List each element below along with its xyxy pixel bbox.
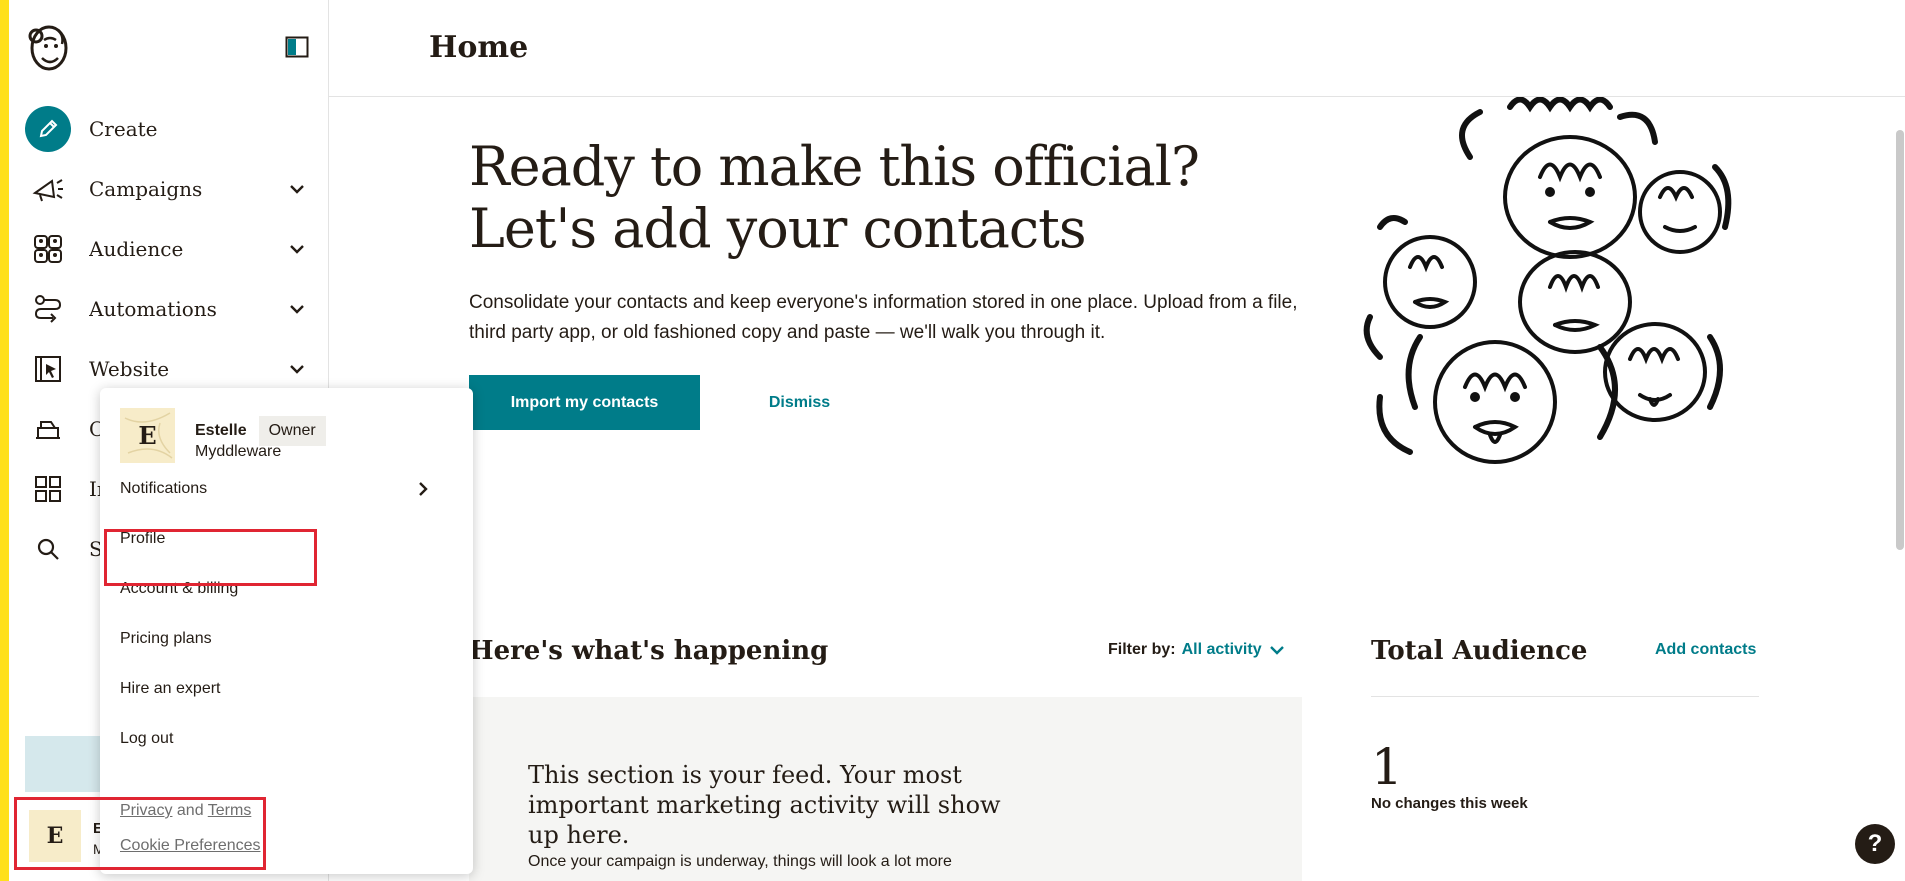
sidebar-item-label: Create [89, 117, 158, 141]
help-button[interactable]: ? [1855, 824, 1895, 864]
menu-item-hire-expert[interactable]: Hire an expert [120, 669, 453, 709]
top-bar: Home [329, 0, 1905, 97]
add-contacts-link[interactable]: Add contacts [1655, 641, 1756, 659]
sidebar-item-label: Automations [89, 297, 217, 321]
menu-item-label: Profile [120, 530, 166, 547]
chevron-down-icon[interactable] [287, 179, 307, 199]
audience-icon [25, 226, 71, 272]
legal-links: Privacy and Terms [120, 802, 251, 820]
chevron-down-icon[interactable] [287, 359, 307, 379]
pencil-icon [25, 106, 71, 152]
divider [1371, 696, 1759, 697]
feed-heading: Here's what's happening [469, 636, 829, 666]
terms-link[interactable]: Terms [208, 802, 252, 819]
import-contacts-button[interactable]: Import my contacts [469, 375, 700, 430]
account-menu: E Estelle Owner Myddleware Notifications… [100, 388, 473, 874]
chevron-down-icon[interactable] [287, 239, 307, 259]
account-name: Estelle [195, 422, 247, 439]
menu-item-profile[interactable]: Profile [120, 519, 453, 559]
sidebar-item-label: Campaigns [89, 177, 203, 201]
avatar-initial: E [138, 421, 157, 450]
hero-title: Ready to make this official? Let's add y… [469, 136, 1269, 260]
automations-icon [25, 286, 71, 332]
cookie-preferences-link[interactable]: Cookie Preferences [120, 837, 261, 855]
sidebar-item-automations[interactable]: Automations [25, 286, 321, 332]
account-org: Myddleware [195, 443, 282, 460]
chevron-down-icon[interactable] [1268, 641, 1286, 659]
website-cursor-icon [25, 346, 71, 392]
filter-value[interactable]: All activity [1182, 641, 1262, 659]
menu-item-account-billing[interactable]: Account & billing [120, 569, 453, 609]
sidebar-item-website[interactable]: Website [25, 346, 321, 392]
sidebar-toggle-icon[interactable] [285, 36, 309, 58]
audience-change: No changes this week [1371, 795, 1528, 812]
content-icon [25, 406, 71, 452]
hero-title-line: Ready to make this official? [469, 135, 1200, 198]
hero-title-line: Let's add your contacts [469, 197, 1087, 260]
menu-item-label: Log out [120, 730, 174, 747]
hero-description: Consolidate your contacts and keep every… [469, 292, 1298, 343]
total-audience-title: Total Audience [1371, 636, 1588, 666]
sidebar-item-audience[interactable]: Audience [25, 226, 321, 272]
menu-item-label: Notifications [120, 480, 208, 497]
dismiss-button[interactable]: Dismiss [742, 375, 857, 430]
menu-item-notifications[interactable]: Notifications [120, 469, 453, 509]
page-title: Home [429, 30, 529, 65]
sidebar-item-create[interactable]: Create [25, 106, 321, 152]
sidebar-item-label: Website [89, 357, 170, 381]
avatar: E [120, 408, 175, 463]
feed-empty-message: This section is your feed. Your most imp… [528, 761, 1001, 849]
faces-illustration [1360, 96, 1750, 477]
account-user: Estelle Owner [195, 416, 326, 446]
menu-item-label: Account & billing [120, 580, 239, 597]
brand-edge-strip [0, 0, 9, 881]
menu-item-log-out[interactable]: Log out [120, 719, 453, 759]
menu-item-label: Hire an expert [120, 680, 221, 697]
chevron-right-icon [419, 482, 428, 496]
scrollbar[interactable] [1893, 60, 1905, 550]
mailchimp-logo-icon[interactable] [24, 18, 74, 76]
avatar-initial: E [46, 823, 64, 849]
avatar[interactable]: E [29, 810, 81, 862]
audience-count: 1 [1371, 738, 1403, 796]
menu-item-pricing-plans[interactable]: Pricing plans [120, 619, 453, 659]
megaphone-icon [25, 166, 71, 212]
chevron-down-icon[interactable] [287, 299, 307, 319]
filter-label: Filter by: [1108, 641, 1176, 658]
search-icon [25, 526, 71, 572]
account-role-badge: Owner [258, 416, 326, 446]
feed-empty-sub: Once your campaign is underway, things w… [528, 853, 952, 870]
scrollbar-thumb[interactable] [1896, 130, 1904, 550]
integrations-grid-icon [25, 466, 71, 512]
legal-and: and [176, 802, 204, 819]
sidebar-item-campaigns[interactable]: Campaigns [25, 166, 321, 212]
privacy-link[interactable]: Privacy [120, 802, 172, 819]
menu-item-label: Pricing plans [120, 630, 212, 647]
sidebar-item-label: Audience [89, 237, 184, 261]
feed-filter[interactable]: Filter by: All activity [1108, 641, 1286, 659]
